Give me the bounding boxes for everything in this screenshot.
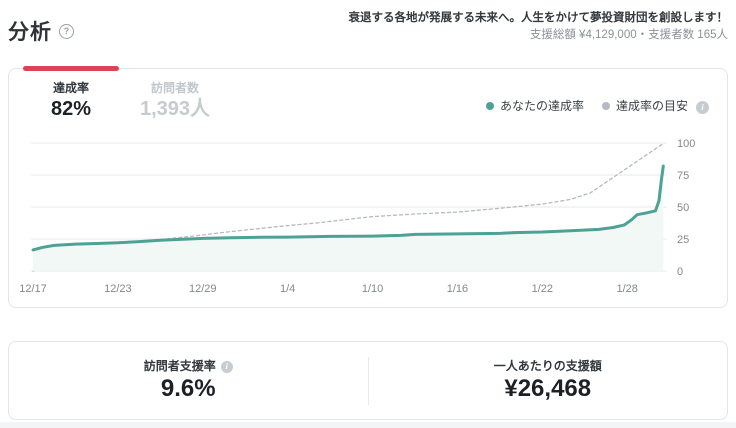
- stat-value: ¥26,468: [369, 375, 728, 403]
- svg-text:1/28: 1/28: [617, 283, 638, 295]
- stat-label: 一人あたりの支援額: [494, 358, 602, 374]
- stat-visitor-support-rate: 訪問者支援率 i 9.6%: [9, 358, 368, 403]
- stat-support-per-person: 一人あたりの支援額 ¥26,468: [369, 358, 728, 403]
- svg-text:1/10: 1/10: [362, 283, 383, 295]
- svg-text:12/23: 12/23: [104, 283, 132, 295]
- svg-text:50: 50: [677, 202, 689, 214]
- svg-text:12/17: 12/17: [19, 283, 47, 295]
- svg-text:12/29: 12/29: [189, 283, 217, 295]
- header: 分析 ? 衰退する各地が発展する未来へ。人生をかけて夢投資財団を創設します！ 支…: [8, 10, 728, 54]
- help-icon[interactable]: ?: [59, 24, 74, 39]
- svg-text:25: 25: [677, 234, 689, 246]
- svg-text:1/22: 1/22: [532, 283, 553, 295]
- stat-label: 訪問者支援率: [144, 358, 216, 374]
- project-summary-stats: 支援総額 ¥4,129,000・支援者数 165人: [349, 27, 729, 44]
- stats-card: 訪問者支援率 i 9.6% 一人あたりの支援額 ¥26,468: [8, 341, 728, 420]
- svg-text:100: 100: [677, 138, 695, 150]
- page-bottom-strip: [0, 422, 736, 428]
- achievement-rate-line-chart[interactable]: 0 25 50 75 100 12/17 12/23 12/29 1/4 1/10 1/16 1/22…: [9, 69, 729, 307]
- info-icon[interactable]: i: [221, 361, 233, 373]
- page-title: 分析: [8, 16, 52, 46]
- project-title: 衰退する各地が発展する未来へ。人生をかけて夢投資財団を創設します！: [349, 10, 729, 27]
- stat-value: 9.6%: [9, 375, 368, 403]
- svg-text:75: 75: [677, 170, 689, 182]
- analytics-page: 分析 ? 衰退する各地が発展する未来へ。人生をかけて夢投資財団を創設します！ 支…: [0, 0, 736, 428]
- svg-text:1/4: 1/4: [280, 283, 295, 295]
- chart-card: 達成率 82% 訪問者数 1,393人 あなたの達成率 達成率の目安 i 025…: [8, 68, 728, 308]
- svg-text:0: 0: [677, 266, 683, 278]
- svg-text:1/16: 1/16: [447, 283, 468, 295]
